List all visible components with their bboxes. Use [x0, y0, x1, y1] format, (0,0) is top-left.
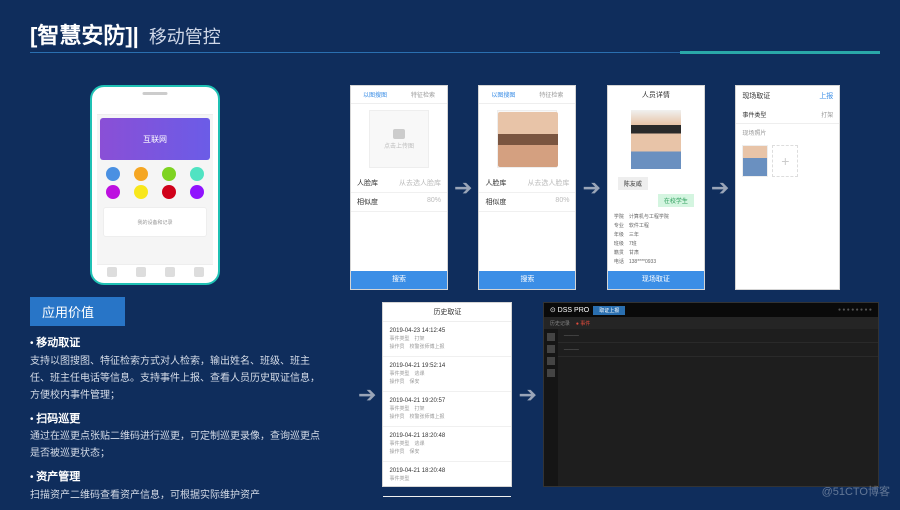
arrow-icon: ➔ [518, 382, 536, 408]
camera-icon [393, 129, 405, 139]
mock-evidence: 现场取证上报 事件类型打架 现场照片 + [735, 85, 840, 290]
mock-search-blank: 以图搜图特征检索 点击上传图 人脸库从去选人脸库 相似度80% 搜索 [350, 85, 448, 290]
add-photo-button[interactable]: + [772, 145, 798, 177]
mock-search-photo: 以图搜图特征检索 人脸库从去选人脸库 相似度80% 搜索 [478, 85, 576, 290]
uploaded-face [498, 112, 558, 167]
page-title-bracket: [智慧安防]| [30, 18, 139, 50]
watermark: @51CTO博客 [822, 483, 890, 499]
page-subtitle: 移动管控 [149, 23, 221, 49]
dss-tab[interactable]: 取证上报 [593, 306, 625, 315]
phone-mockup: 互联网 我的设备和记录 [90, 85, 220, 285]
evidence-thumb [742, 145, 768, 177]
table-row[interactable]: ——— [558, 329, 878, 343]
arrow-icon: ➔ [582, 175, 600, 201]
header-divider [30, 52, 880, 53]
arrow-icon: ➔ [454, 175, 472, 201]
search-button[interactable]: 搜索 [479, 271, 575, 289]
arrow-icon: ➔ [711, 175, 729, 201]
report-link[interactable]: 上报 [819, 91, 833, 101]
value-body: 移动取证支持以图搜图、特征检索方式对人检索，输出姓名、班级、班主任、班主任电话等… [30, 334, 320, 504]
id-photo [631, 110, 681, 169]
evidence-button[interactable]: 现场取证 [608, 271, 704, 289]
phone-card: 我的设备和记录 [103, 207, 207, 237]
arrow-icon: ➔ [358, 382, 376, 408]
mock-dss-platform: ⊙ DSS PRO 取证上报 ● ● ● ● ● ● ● ● 历史记录● 事件 … [543, 302, 879, 487]
mock-person-detail: 人员详情 陈友威在校学生 学院 计算机与工程学院专业 软件工程年级 三年班级 7… [607, 85, 705, 290]
phone-banner: 互联网 [100, 118, 210, 160]
dss-logo: ⊙ DSS PRO [550, 306, 589, 314]
mock-history: 历史取证 2019-04-23 14:12:45事件类型 打架操作员 校警张师傅… [382, 302, 512, 487]
value-header: 应用价值 [30, 297, 125, 326]
table-row[interactable]: ——— [558, 343, 878, 357]
search-button[interactable]: 搜索 [351, 271, 447, 289]
